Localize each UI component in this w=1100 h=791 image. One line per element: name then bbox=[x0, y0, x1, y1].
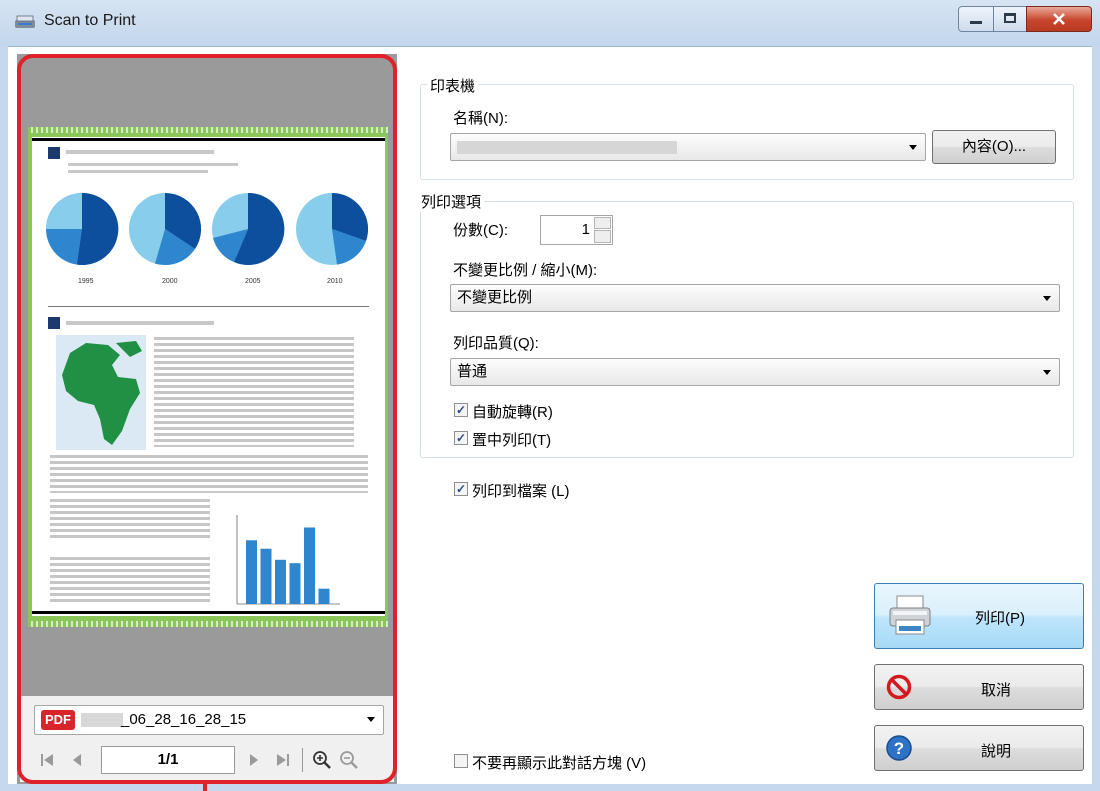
cancel-button-label: 取消 bbox=[981, 682, 1012, 699]
window-title: Scan to Print bbox=[44, 12, 136, 29]
chevron-down-icon bbox=[909, 145, 917, 150]
spin-down-icon[interactable] bbox=[594, 230, 611, 243]
center-print-checkbox[interactable]: ✓ bbox=[454, 431, 468, 445]
printer-name-label: 名稱(N): bbox=[453, 110, 508, 127]
auto-rotate-label: 自動旋轉(R) bbox=[472, 404, 553, 421]
close-button[interactable] bbox=[1026, 6, 1092, 32]
prohibit-icon bbox=[886, 674, 912, 700]
printer-name-select[interactable] bbox=[450, 133, 926, 161]
copies-value: 1 bbox=[581, 221, 590, 238]
copies-label: 份數(C): bbox=[453, 222, 508, 239]
help-button[interactable]: ? 說明 bbox=[874, 725, 1084, 771]
callout-highlight bbox=[17, 54, 397, 784]
spin-up-icon[interactable] bbox=[594, 217, 611, 229]
copies-spinner[interactable]: 1 bbox=[540, 215, 613, 245]
quality-select[interactable]: 普通 bbox=[450, 358, 1060, 386]
print-options-group-label: 列印選項 bbox=[418, 191, 485, 212]
scale-label: 不變更比例 / 縮小(M): bbox=[453, 262, 598, 279]
print-to-file-checkbox[interactable]: ✓ bbox=[454, 482, 468, 496]
auto-rotate-checkbox[interactable]: ✓ bbox=[454, 403, 468, 417]
print-button[interactable]: 列印(P) bbox=[874, 583, 1084, 649]
print-to-file-label: 列印到檔案 (L) bbox=[472, 483, 570, 500]
print-button-label: 列印(P) bbox=[975, 610, 1025, 627]
scale-value: 不變更比例 bbox=[457, 289, 533, 306]
window-frame-bottom bbox=[0, 784, 1100, 791]
maximize-button[interactable] bbox=[993, 6, 1027, 32]
dont-show-again-checkbox[interactable] bbox=[454, 754, 468, 768]
svg-text:?: ? bbox=[894, 739, 904, 758]
maximize-icon bbox=[1004, 13, 1016, 23]
callout-pointer bbox=[203, 784, 207, 791]
window-frame-left bbox=[0, 46, 8, 791]
dont-show-again-label: 不要再顯示此對話方塊 (V) bbox=[472, 755, 647, 772]
printer-icon bbox=[889, 595, 931, 635]
printer-name-redacted bbox=[457, 141, 677, 154]
chevron-down-icon bbox=[1043, 370, 1051, 375]
chevron-down-icon bbox=[1043, 296, 1051, 301]
cancel-button[interactable]: 取消 bbox=[874, 664, 1084, 710]
quality-label: 列印品質(Q): bbox=[453, 335, 539, 352]
help-button-label: 說明 bbox=[981, 743, 1012, 760]
minimize-icon bbox=[970, 21, 982, 24]
properties-button[interactable]: 內容(O)... bbox=[932, 130, 1056, 164]
minimize-button[interactable] bbox=[958, 6, 994, 32]
scanner-icon bbox=[15, 15, 35, 28]
window-frame-right bbox=[1092, 46, 1100, 791]
title-bar bbox=[0, 0, 1100, 47]
center-print-label: 置中列印(T) bbox=[472, 432, 552, 449]
printer-group-label: 印表機 bbox=[427, 75, 479, 96]
help-icon: ? bbox=[886, 735, 912, 761]
quality-value: 普通 bbox=[457, 363, 488, 380]
scale-select[interactable]: 不變更比例 bbox=[450, 284, 1060, 312]
close-icon bbox=[1053, 13, 1065, 25]
